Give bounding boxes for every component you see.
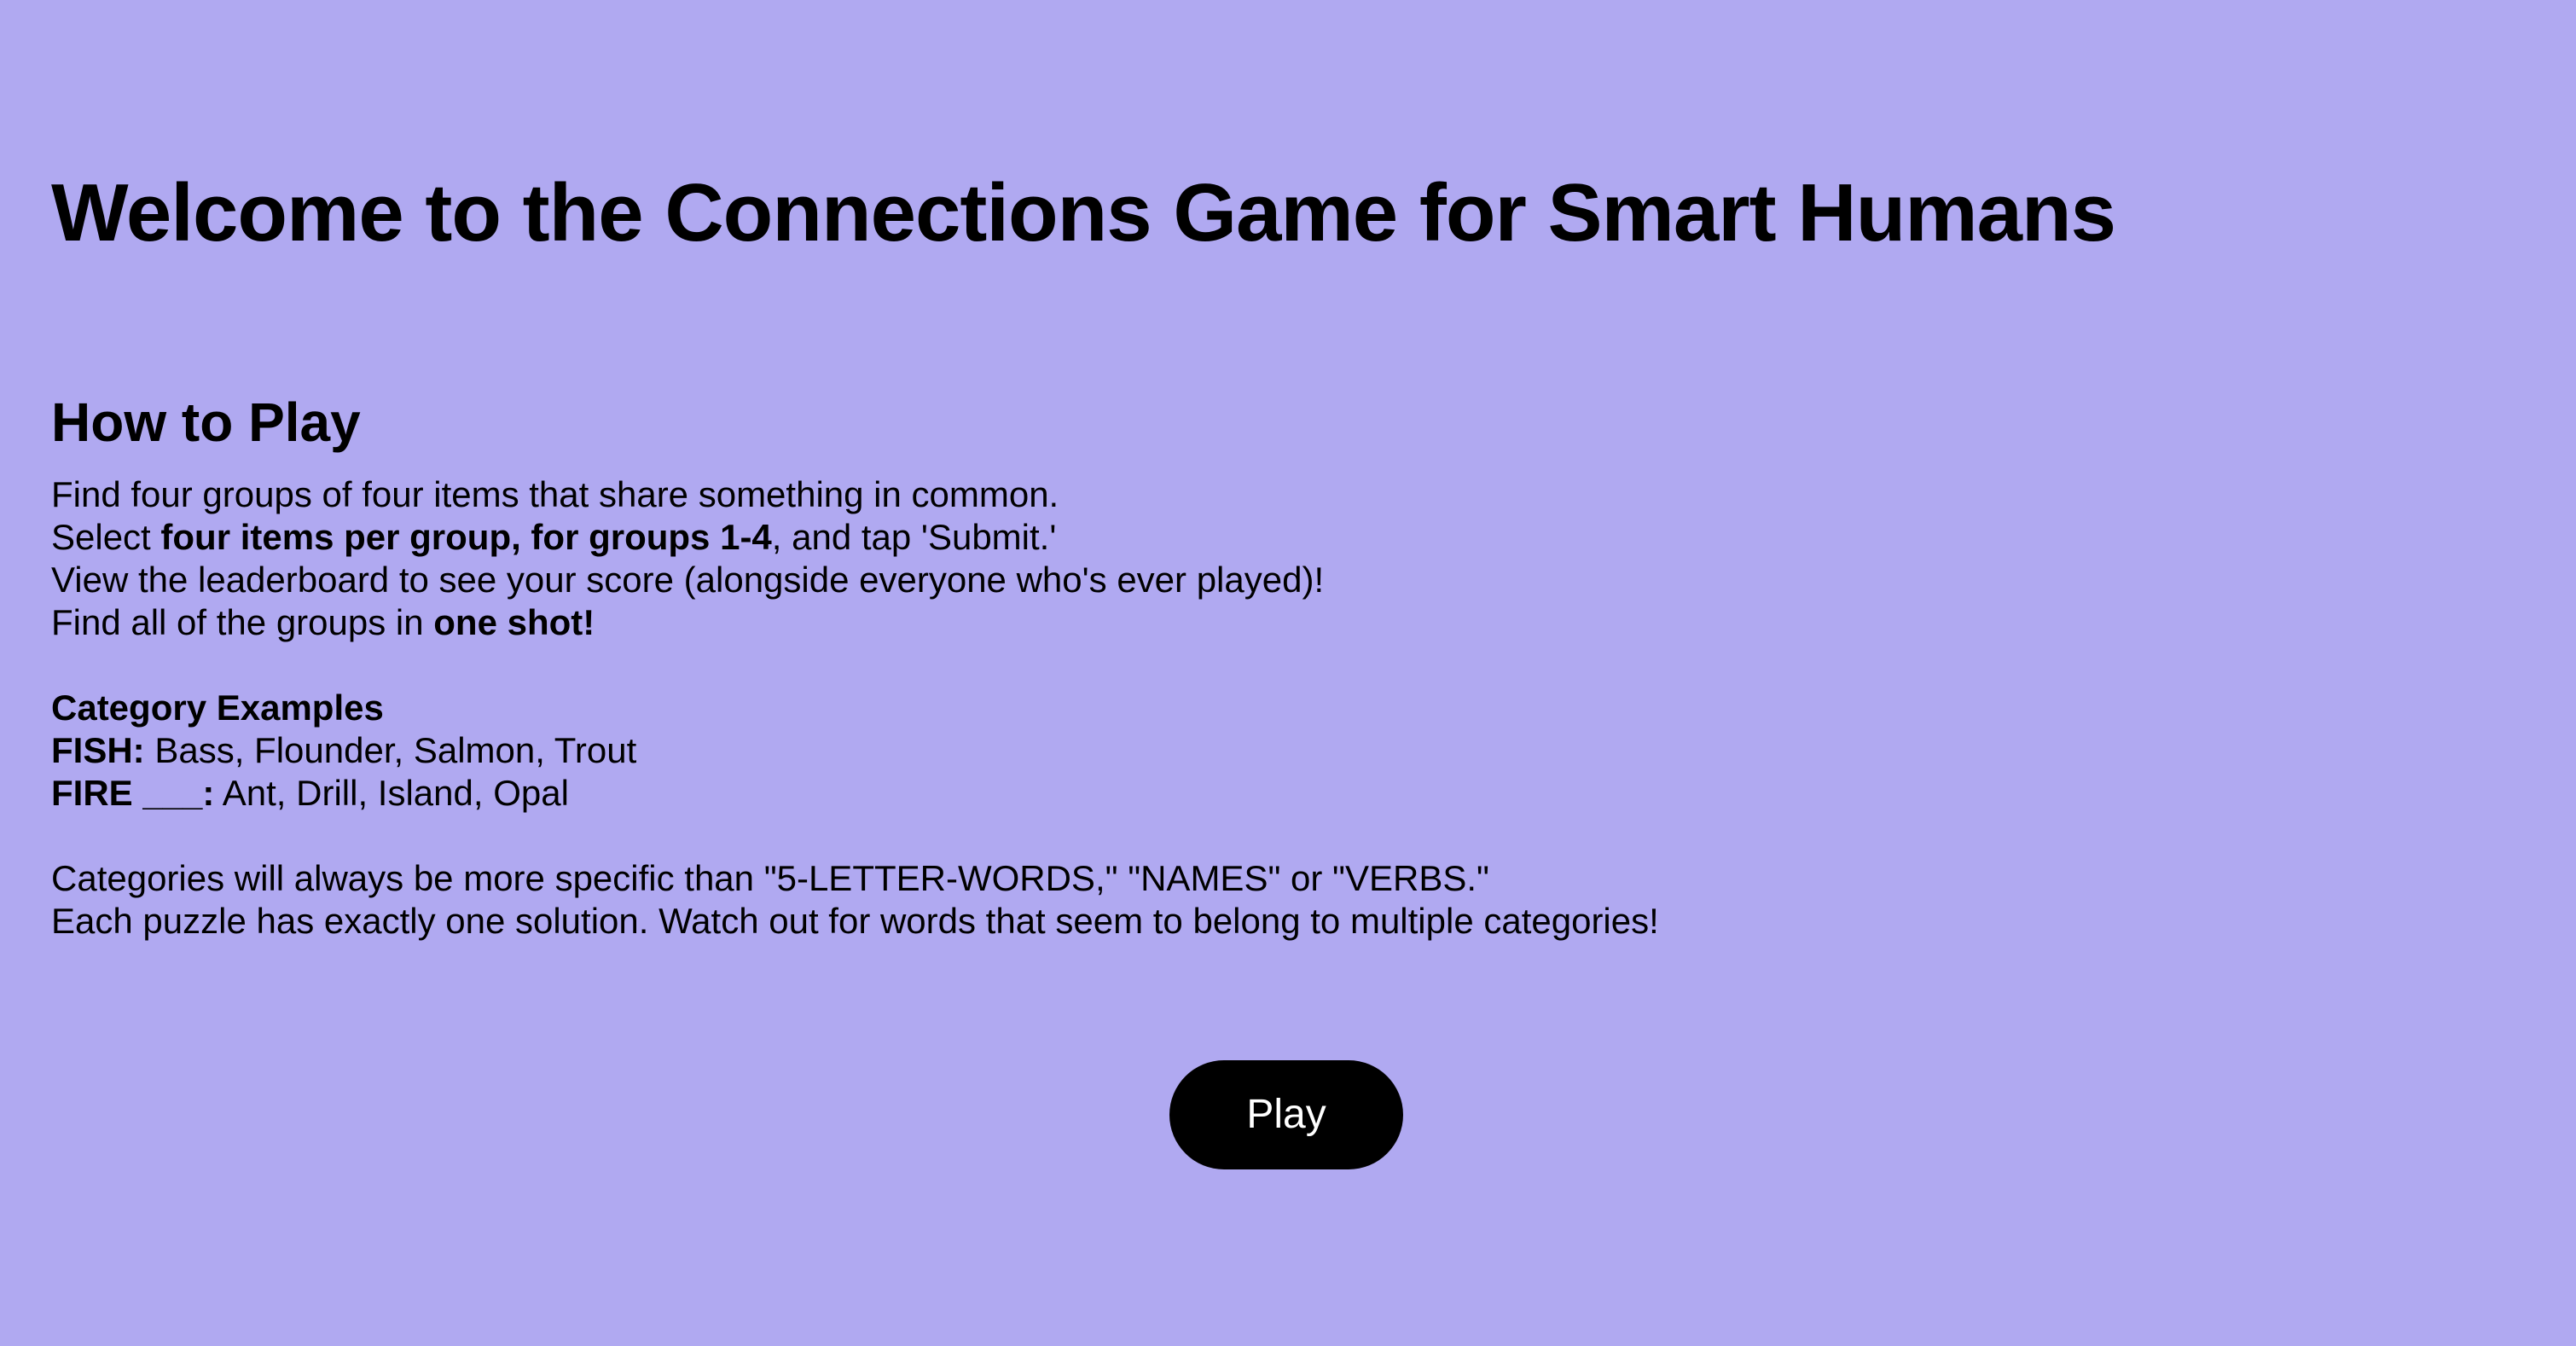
category-example-label: FIRE ___: <box>51 773 215 813</box>
how-to-play-heading: How to Play <box>51 392 361 453</box>
instruction-line-4-prefix: Find all of the groups in <box>51 602 434 642</box>
instruction-line-1: Find four groups of four items that shar… <box>51 474 1059 514</box>
instruction-line-2-suffix: , and tap 'Submit.' <box>771 517 1057 557</box>
instruction-line-2: Select four items per group, for groups … <box>51 516 1659 559</box>
play-button[interactable]: Play <box>1169 1060 1403 1169</box>
category-example-label: FISH: <box>51 730 145 770</box>
instruction-line-2-prefix: Select <box>51 517 161 557</box>
instruction-line-3: View the leaderboard to see your score (… <box>51 560 1325 600</box>
instruction-line-4-bold: one shot! <box>433 602 595 642</box>
category-example-fire: FIRE ___: Ant, Drill, Island, Opal <box>51 772 1659 815</box>
category-example-words: Ant, Drill, Island, Opal <box>214 773 569 813</box>
instruction-line-4: Find all of the groups in one shot! <box>51 601 1659 644</box>
page-title: Welcome to the Connections Game for Smar… <box>51 167 2116 258</box>
note-line-2: Each puzzle has exactly one solution. Wa… <box>51 901 1659 941</box>
instructions: Find four groups of four items that shar… <box>51 473 1659 943</box>
category-example-fish: FISH: Bass, Flounder, Salmon, Trout <box>51 729 1659 772</box>
note-line-1: Categories will always be more specific … <box>51 858 1489 898</box>
category-examples-heading: Category Examples <box>51 688 384 728</box>
instruction-line-2-bold: four items per group, for groups 1-4 <box>160 517 772 557</box>
category-example-words: Bass, Flounder, Salmon, Trout <box>144 730 637 770</box>
